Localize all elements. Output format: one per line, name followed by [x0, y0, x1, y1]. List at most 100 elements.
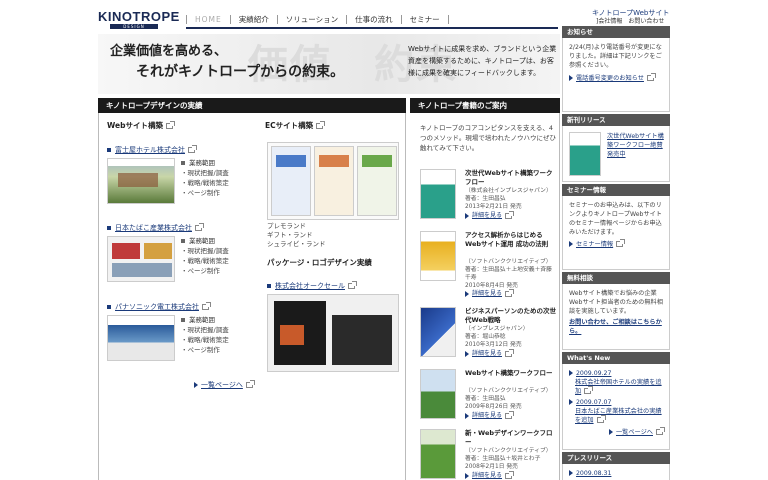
global-nav: HOME 実績紹介 ソリューション 仕事の流れ セミナー: [186, 15, 449, 24]
arrow-icon: [569, 470, 573, 476]
book-detail-link[interactable]: 詳細を見る: [465, 348, 515, 359]
book-cover[interactable]: [420, 369, 456, 419]
arrow-icon: [569, 75, 573, 81]
book-item: ビジネスパーソンのための次世代Web戦略 （インプレスジャパン） 著者：堀山恭稔…: [420, 307, 560, 363]
press-header: プレスリリース: [562, 452, 670, 464]
phone-change-link[interactable]: 電話番号変更のお知らせ: [569, 73, 663, 83]
arrow-icon: [465, 472, 469, 479]
book-cover[interactable]: [420, 307, 456, 357]
bullet-icon: [267, 284, 271, 288]
book-cover[interactable]: [420, 231, 456, 281]
new-book-cover[interactable]: [569, 132, 601, 176]
external-link-icon: [656, 427, 665, 435]
book-cover[interactable]: [420, 169, 456, 219]
book-title: ビジネスパーソンのための次世代Web戦略: [465, 307, 556, 324]
external-link-icon: [195, 223, 204, 231]
service-list: 業務範囲 ・現状把握/調査 ・戦略/戦術策定 ・ページ制作: [181, 237, 229, 275]
book-cover[interactable]: [420, 429, 456, 479]
consult-link[interactable]: お問い合わせ、ご相談はこちらから。: [569, 318, 663, 336]
ec-thumbnails[interactable]: [267, 142, 399, 220]
book-title: アクセス解析からはじめる Webサイト運用 成功の法則: [465, 231, 549, 248]
external-link-icon: [584, 386, 594, 394]
arrow-icon: [608, 429, 613, 435]
external-link-icon: [505, 470, 515, 479]
bullet-icon: [181, 161, 185, 165]
news-text[interactable]: 株式会社帝国ホテルの実績を追加: [569, 378, 663, 396]
notice-text: 2/24(月)より電話番号が変更になりました。詳細は下記リンクをご参照ください。: [569, 44, 662, 69]
book-item: アクセス解析からはじめる Webサイト運用 成功の法則 （ソフトバンククリエイテ…: [420, 231, 560, 297]
logo-subtitle: DESIGN: [110, 24, 158, 29]
book-item: 新・Webデザインワークフロー （ソフトバンククリエイティブ） 著者：生田昌弘＋…: [420, 429, 560, 479]
logo[interactable]: KINOTROPE: [98, 10, 180, 24]
arrow-icon: [569, 241, 573, 247]
whatsnew-header: What's New: [562, 352, 670, 364]
nav-solutions[interactable]: ソリューション: [276, 15, 346, 24]
bullet-icon: [181, 318, 185, 322]
news-text[interactable]: 日本たばこ産業株式会社の実績を追加: [569, 407, 663, 425]
nav-home[interactable]: HOME: [186, 15, 230, 24]
book-publisher: （ソフトバンククリエイティブ）: [465, 448, 552, 454]
service-list: 業務範囲 ・現状把握/調査 ・戦略/戦術策定 ・ページ制作: [181, 159, 229, 197]
seminar-text: セミナーのお申込みは、以下のリンクよりキノトロープWebサイトのセミナー情報ペー…: [569, 202, 662, 236]
book-detail-link[interactable]: 詳細を見る: [465, 470, 515, 480]
books-panel: キノトロープのコアコンピタンスを支える、4つのメソッド。現場で培われたノウハウに…: [410, 113, 560, 480]
external-link-icon: [348, 281, 357, 289]
header-divider: [186, 27, 558, 29]
arrow-icon: [569, 399, 573, 405]
book-title: Webサイト構築ワークフロー: [465, 369, 553, 377]
external-link-icon: [505, 410, 515, 419]
client-link-aucsale[interactable]: 株式会社オークセール: [267, 281, 357, 291]
external-link-icon: [505, 210, 515, 219]
works-more-link[interactable]: 一覧ページへ: [194, 380, 255, 390]
hero-headline-2: それがキノトロープからの約束。: [136, 64, 345, 80]
nav-workflow[interactable]: 仕事の流れ: [346, 15, 401, 24]
package-logo-heading: パッケージ・ロゴデザイン実績: [267, 258, 372, 267]
book-title: 次世代Webサイト構築ワークフロー: [465, 169, 553, 186]
seminar-box: セミナーのお申込みは、以下のリンクよりキノトロープWebサイトのセミナー情報ペー…: [562, 196, 670, 270]
ec-build-heading: ECサイト構築: [265, 121, 326, 132]
nav-seminar[interactable]: セミナー: [400, 15, 449, 24]
book-item: Webサイト構築ワークフロー （ソフトバンククリエイティブ） 著者：生田昌弘 2…: [420, 369, 560, 425]
new-release-link[interactable]: 次世代Webサイト構築ワークフロー絶賛発売中: [607, 132, 665, 159]
site-title-link[interactable]: キノトロープWebサイト: [592, 8, 669, 18]
book-detail-link[interactable]: 詳細を見る: [465, 288, 515, 299]
news-date[interactable]: 2009.09.27: [569, 369, 663, 378]
bullet-icon: [181, 239, 185, 243]
book-publisher: （株式会社インプレスジャパン）: [465, 188, 552, 194]
book-author: 著者：生田昌弘: [465, 396, 506, 402]
hero-headline-1: 企業価値を高める、: [110, 44, 228, 59]
external-link-icon: [616, 239, 626, 247]
external-link-icon: [596, 415, 606, 423]
book-detail-link[interactable]: 詳細を見る: [465, 210, 515, 221]
notice-box: 2/24(月)より電話番号が変更になりました。詳細は下記リンクをご参照ください。…: [562, 38, 670, 112]
client-thumbnail-jt[interactable]: [107, 236, 175, 282]
client-link-panasonic[interactable]: パナソニック電工株式会社: [107, 302, 211, 312]
arrow-icon: [465, 290, 469, 297]
book-publisher: （ソフトバンククリエイティブ）: [465, 388, 552, 394]
client-thumbnail-panasonic[interactable]: [107, 315, 175, 361]
client-link-jt[interactable]: 日本たばこ産業株式会社: [107, 223, 204, 233]
news-more-link[interactable]: 一覧ページへ: [569, 427, 665, 437]
external-link-icon: [316, 121, 326, 129]
hero-banner: 価値 約束 企業価値を高める、 それがキノトロープからの約束。 Webサイトに成…: [98, 34, 560, 94]
client-link-fujiya[interactable]: 富士屋ホテル株式会社: [107, 145, 197, 155]
right-sidebar: お知らせ 2/24(月)より電話番号が変更になりました。詳細は下記リンクをご参照…: [562, 24, 672, 480]
news-date[interactable]: 2009.07.07: [569, 398, 663, 407]
external-link-icon: [646, 73, 656, 81]
book-detail-link[interactable]: 詳細を見る: [465, 410, 515, 421]
package-thumbnail[interactable]: [267, 294, 399, 372]
book-author: 著者：生田昌弘＋上地安義＋斉藤千寿: [465, 267, 552, 281]
seminar-link[interactable]: セミナー情報: [569, 239, 663, 249]
hero-description: Webサイトに成果を求め、ブランドという企業資産を構築するために、キノトロープは…: [408, 45, 557, 77]
client-thumbnail-fujiya[interactable]: [107, 158, 175, 204]
external-link-icon: [188, 145, 197, 153]
nav-works[interactable]: 実績紹介: [229, 15, 277, 24]
press-box: 2009.08.31: [562, 464, 670, 480]
whatsnew-box: 2009.09.27 株式会社帝国ホテルの実績を追加 2009.07.07 日本…: [562, 364, 670, 450]
external-link-icon: [202, 302, 211, 310]
press-date[interactable]: 2009.08.31: [569, 469, 663, 478]
new-release-header: 新刊リリース: [562, 114, 670, 126]
external-link-icon: [505, 348, 515, 357]
book-item: 次世代Webサイト構築ワークフロー （株式会社インプレスジャパン） 著者：生田昌…: [420, 169, 560, 225]
consult-box: Webサイト構築でお悩みの企業Webサイト担当者のための無料相談を実施しています…: [562, 284, 670, 350]
